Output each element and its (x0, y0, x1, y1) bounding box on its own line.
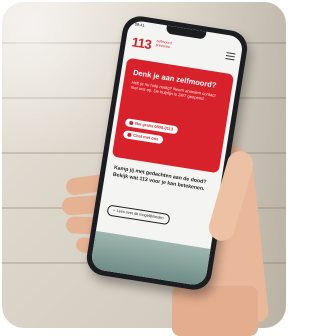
arrow-right-icon: › (113, 208, 115, 213)
read-more-label: Lees over de mogelijkheden (116, 208, 164, 221)
hamburger-menu-icon[interactable] (225, 52, 236, 63)
chat-icon (127, 132, 132, 137)
brand-logo[interactable]: 113 (131, 34, 153, 52)
read-more-link[interactable]: ›Lees over de mogelijkheden (106, 204, 171, 226)
chat-button[interactable]: Chat met ons (122, 130, 164, 145)
phone-icon (129, 120, 134, 125)
status-time: 09:41 (134, 21, 146, 28)
call-button-label: Bel gratis 0800-0113 (134, 120, 174, 132)
brand-logo-subtitle: zelfmoord preventie (155, 38, 172, 49)
help-card: Denk je aan zelfmoord? Heb je nu hulp no… (111, 57, 235, 174)
chat-button-label: Chat met ons (133, 132, 159, 142)
